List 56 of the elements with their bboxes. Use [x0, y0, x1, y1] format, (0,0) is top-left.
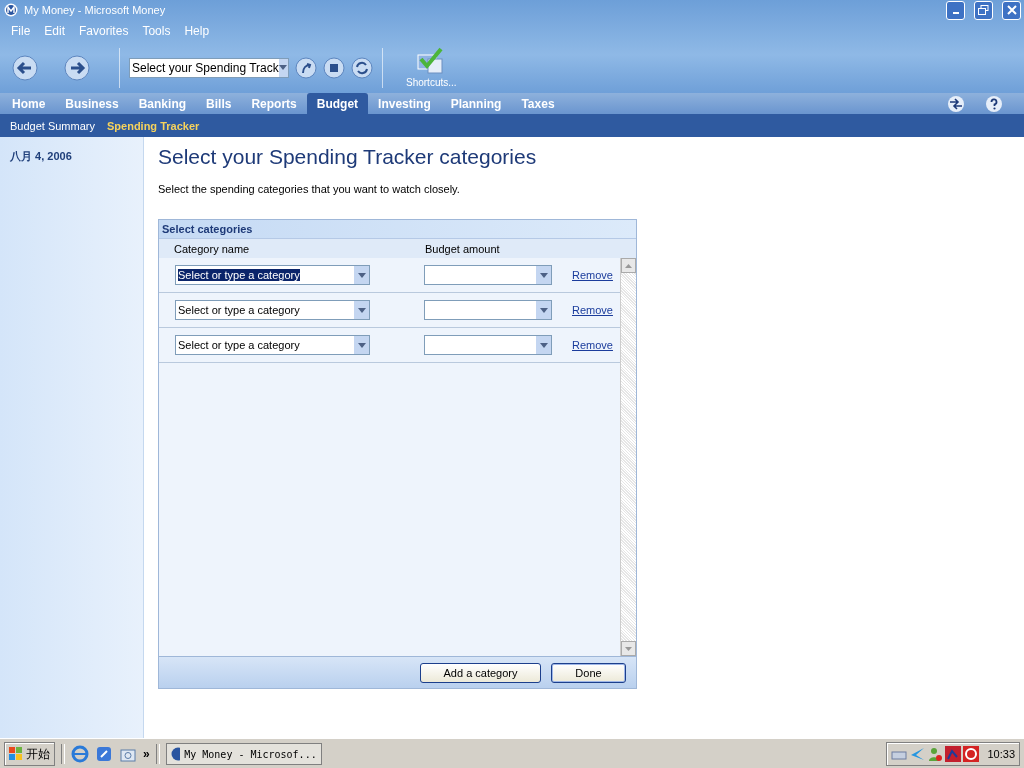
address-dropdown[interactable]: Select your Spending Track: [129, 57, 289, 78]
forward-button[interactable]: [64, 54, 90, 81]
nav-tab[interactable]: Bills: [196, 93, 242, 114]
column-header: Category name: [174, 242, 251, 255]
browser-icon[interactable]: [71, 745, 89, 763]
clock: 10:33: [987, 748, 1015, 760]
nav-tab[interactable]: Home: [2, 93, 56, 114]
amount-combo-box[interactable]: [424, 265, 552, 285]
nav-tab[interactable]: Budget: [306, 93, 369, 114]
notepad-icon[interactable]: [95, 745, 113, 763]
page-description: Select the spending categories that you want to watch closely.: [158, 183, 461, 195]
amount-combo-box[interactable]: [424, 335, 552, 355]
category-combo-box[interactable]: Select or type a category: [175, 335, 370, 355]
user-icon[interactable]: [927, 746, 944, 762]
more-icons-chevron[interactable]: »: [143, 747, 150, 761]
minimize-button[interactable]: [946, 0, 965, 20]
remove-link[interactable]: Remove: [572, 339, 613, 351]
category-combo-box[interactable]: Select or type a category: [175, 300, 370, 320]
nav-tab[interactable]: Reports: [241, 93, 307, 114]
sub-tab[interactable]: Budget Summary: [4, 119, 101, 132]
refresh-button[interactable]: [351, 56, 373, 79]
date-label: 八月 4, 2006: [10, 149, 73, 164]
close-button[interactable]: [1002, 0, 1021, 20]
windows-flag-icon: [9, 747, 23, 761]
nav-tab[interactable]: Planning: [440, 93, 512, 114]
minimize-icon: [952, 12, 959, 14]
category-combo-box[interactable]: Select or type a category: [175, 265, 370, 285]
shortcuts-button[interactable]: Shortcuts...: [406, 47, 457, 88]
remove-link[interactable]: Remove: [572, 304, 613, 316]
page-title: Select your Spending Tracker categories: [158, 145, 538, 169]
scroll-down-icon[interactable]: [625, 646, 632, 651]
scrollbar[interactable]: [620, 258, 636, 656]
panel-title: Select categories: [162, 223, 253, 235]
column-header: Budget amount: [425, 242, 500, 255]
remove-link[interactable]: Remove: [572, 269, 613, 281]
stop-button[interactable]: [323, 56, 345, 79]
back-button[interactable]: [12, 54, 38, 81]
window-title: My Money - Microsoft Money: [24, 4, 167, 16]
nav-tab[interactable]: Business: [55, 93, 129, 114]
restore-button[interactable]: [974, 0, 993, 20]
panel-button[interactable]: Add a category: [420, 662, 541, 683]
panel-button[interactable]: Done: [551, 662, 626, 683]
sub-tab[interactable]: Spending Tracker: [101, 119, 206, 132]
close-icon: [1006, 5, 1017, 15]
taskbar-window-button[interactable]: My Money - Microsof...: [165, 743, 322, 765]
amount-combo-box[interactable]: [424, 300, 552, 320]
scroll-up-icon[interactable]: [625, 263, 632, 268]
nav-tab[interactable]: Investing: [368, 93, 441, 114]
restore-icon: [978, 5, 989, 15]
nav-tab[interactable]: Banking: [128, 93, 197, 114]
go-button[interactable]: [295, 56, 317, 79]
start-button[interactable]: 开始: [4, 742, 55, 766]
nav-tab[interactable]: Taxes: [511, 93, 565, 114]
lifebuoy-icon[interactable]: [963, 746, 980, 762]
help-icon[interactable]: [986, 95, 1002, 112]
swap-arrows-icon[interactable]: [948, 95, 964, 112]
